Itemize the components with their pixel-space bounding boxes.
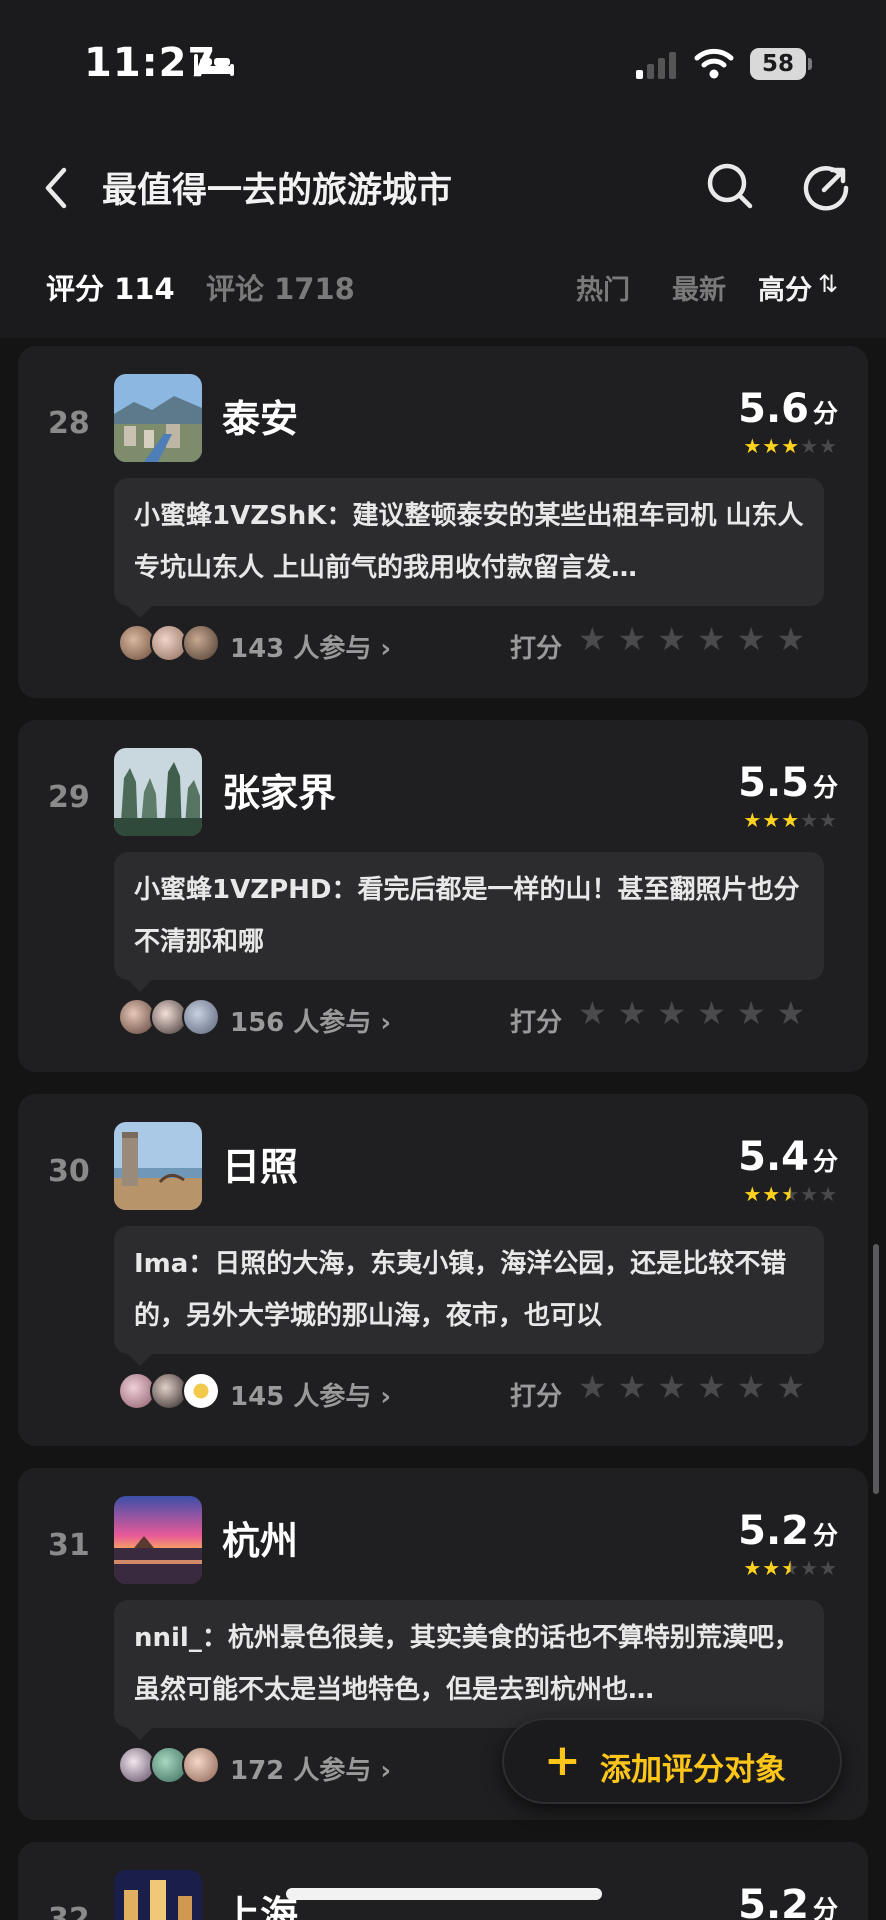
score-value: 5.2 <box>738 1882 809 1920</box>
scrollbar[interactable] <box>873 1244 879 1494</box>
avatar <box>182 998 220 1036</box>
tab-comments[interactable]: 评论 1718 <box>206 266 355 308</box>
rank-number: 31 <box>48 1528 90 1563</box>
avatar <box>182 1372 220 1410</box>
participants-link[interactable]: 156 人参与 › <box>230 1002 391 1039</box>
score-value: 5.2 <box>738 1508 809 1554</box>
score-display: 5.5 分 <box>738 760 838 806</box>
comment-text: Ima：日照的大海，东夷小镇，海洋公园，还是比较不错的，另外大学城的那山海，夜市… <box>134 1249 787 1331</box>
rating-card[interactable]: 30 日照 5.4 分 ★★★★★ Ima：日照的大海，东夷小镇，海洋公园，还是比… <box>18 1094 868 1446</box>
score-display: 5.6 分 <box>738 386 838 432</box>
sort-hot[interactable]: 热门 <box>576 268 630 307</box>
rate-stars-input[interactable]: ★★★★★★ <box>578 1368 816 1406</box>
rating-card[interactable]: 32 上海 5.2 分 <box>18 1842 868 1920</box>
tab-bar: 评分 114 评论 1718 热门 最新 高分 ⇅ <box>0 250 886 338</box>
sleep-focus-icon <box>194 54 234 76</box>
comment-bubble[interactable]: 小蜜蜂1VZShK：建议整顿泰安的某些出租车司机 山东人专坑山东人 上山前气的我… <box>114 478 824 618</box>
score-value: 5.6 <box>738 386 809 432</box>
comment-bubble[interactable]: 小蜜蜂1VZPHD：看完后都是一样的山！甚至翻照片也分不清那和哪 <box>114 852 824 992</box>
comment-text: 小蜜蜂1VZShK：建议整顿泰安的某些出租车司机 山东人专坑山东人 上山前气的我… <box>134 501 804 583</box>
sort-highest[interactable]: 高分 <box>758 268 812 307</box>
header: 最值得一去的旅游城市 <box>0 130 886 250</box>
score-unit: 分 <box>812 1895 838 1920</box>
score-stars: ★★★★★ <box>743 434 838 458</box>
back-icon[interactable] <box>36 160 76 216</box>
battery-indicator: 58 <box>750 48 812 80</box>
comment-tail <box>128 606 152 618</box>
add-rating-object-button[interactable]: + 添加评分对象 <box>502 1718 842 1804</box>
score-stars: ★★★★★ <box>743 1182 838 1206</box>
score-value: 5.5 <box>738 760 809 806</box>
battery-level: 58 <box>750 48 806 80</box>
participant-avatars[interactable] <box>118 624 222 664</box>
city-thumbnail <box>114 374 202 462</box>
city-name: 日照 <box>222 1145 299 1189</box>
add-rating-object-label: 添加评分对象 <box>600 1752 786 1788</box>
rate-label: 打分 <box>510 634 563 664</box>
score-display: 5.2 分 <box>738 1508 838 1554</box>
comment-tail <box>128 1354 152 1366</box>
sort-newest[interactable]: 最新 <box>672 268 726 307</box>
page-title: 最值得一去的旅游城市 <box>102 171 453 211</box>
rate-stars-input[interactable]: ★★★★★★ <box>578 620 816 658</box>
participants-link[interactable]: 145 人参与 › <box>230 1376 391 1413</box>
battery-tip <box>808 58 812 70</box>
participant-avatars[interactable] <box>118 1372 222 1412</box>
score-stars: ★★★★★ <box>743 808 838 832</box>
home-indicator[interactable] <box>286 1888 602 1900</box>
rating-card[interactable]: 28 泰安 5.6 分 ★★★★★ 小蜜蜂1VZShK：建议整顿泰安的某些出租车司… <box>18 346 868 698</box>
rank-number: 30 <box>48 1154 90 1189</box>
city-name: 杭州 <box>222 1519 299 1563</box>
rate-label: 打分 <box>510 1382 563 1412</box>
city-name: 泰安 <box>222 397 299 441</box>
city-thumbnail <box>114 1496 202 1584</box>
rank-number: 28 <box>48 406 90 441</box>
share-icon[interactable] <box>800 160 852 212</box>
rank-number: 29 <box>48 780 90 815</box>
cellular-signal-icon <box>636 52 676 79</box>
score-unit: 分 <box>812 399 838 428</box>
wifi-icon <box>694 48 734 79</box>
status-bar: 11:27 58 <box>0 0 886 130</box>
participants-link[interactable]: 172 人参与 › <box>230 1750 391 1787</box>
score-unit: 分 <box>812 1521 838 1550</box>
sort-order-icon[interactable]: ⇅ <box>818 270 838 298</box>
comment-text: 小蜜蜂1VZPHD：看完后都是一样的山！甚至翻照片也分不清那和哪 <box>134 875 800 957</box>
city-thumbnail <box>114 1870 202 1920</box>
rating-card[interactable]: 29 张家界 5.5 分 ★★★★★ 小蜜蜂1VZPHD：看完后都是一样的山！甚至… <box>18 720 868 1072</box>
score-display: 5.4 分 <box>738 1134 838 1180</box>
avatar <box>182 624 220 662</box>
comment-text: nnil_：杭州景色很美，其实美食的话也不算特别荒漠吧，虽然可能不太是当地特色，… <box>134 1623 800 1705</box>
score-unit: 分 <box>812 1147 838 1176</box>
comment-tail <box>128 1728 152 1740</box>
city-thumbnail <box>114 748 202 836</box>
comment-tail <box>128 980 152 992</box>
tab-score[interactable]: 评分 114 <box>46 266 175 308</box>
search-icon[interactable] <box>704 160 756 212</box>
avatar <box>182 1746 220 1784</box>
city-name: 张家界 <box>222 771 337 815</box>
score-value: 5.4 <box>738 1134 809 1180</box>
comment-bubble[interactable]: nnil_：杭州景色很美，其实美食的话也不算特别荒漠吧，虽然可能不太是当地特色，… <box>114 1600 824 1740</box>
participants-link[interactable]: 143 人参与 › <box>230 628 391 665</box>
plus-icon: + <box>544 1735 581 1786</box>
rate-stars-input[interactable]: ★★★★★★ <box>578 994 816 1032</box>
city-thumbnail <box>114 1122 202 1210</box>
score-stars: ★★★★★ <box>743 1556 838 1580</box>
rate-label: 打分 <box>510 1008 563 1038</box>
score-unit: 分 <box>812 773 838 802</box>
rank-number: 32 <box>48 1902 90 1920</box>
participant-avatars[interactable] <box>118 1746 222 1786</box>
score-display: 5.2 分 <box>738 1882 838 1920</box>
comment-bubble[interactable]: Ima：日照的大海，东夷小镇，海洋公园，还是比较不错的，另外大学城的那山海，夜市… <box>114 1226 824 1366</box>
participant-avatars[interactable] <box>118 998 222 1038</box>
